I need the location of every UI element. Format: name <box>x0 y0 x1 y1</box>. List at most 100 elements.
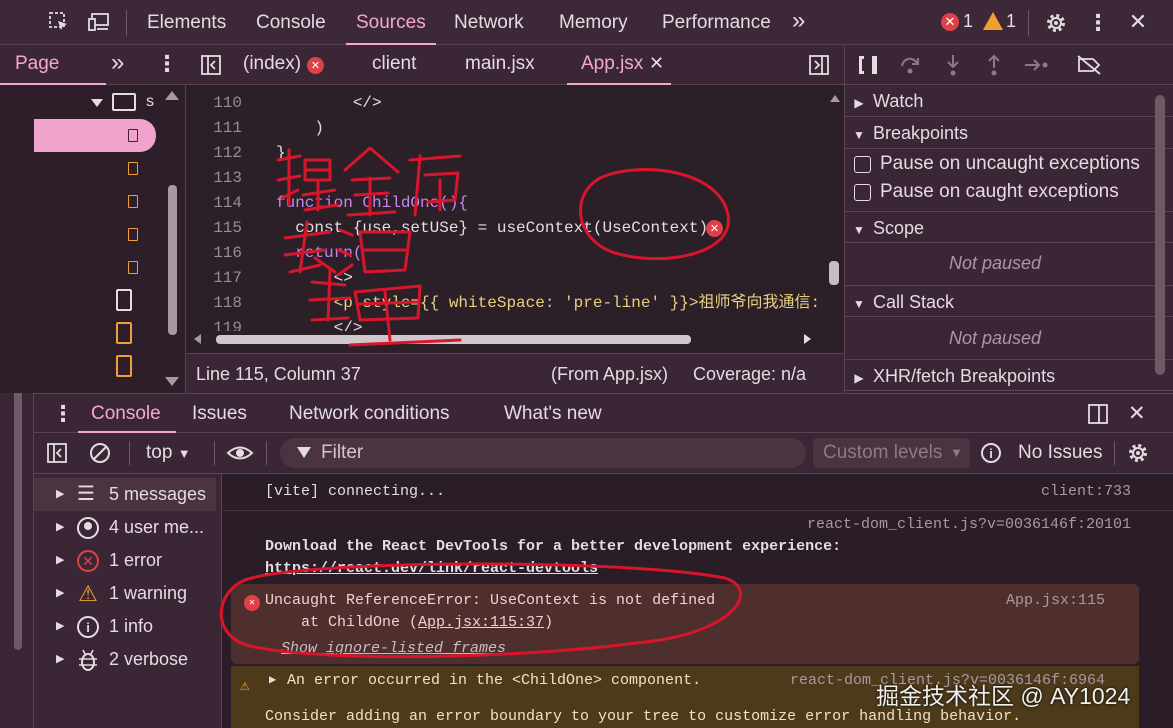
file-tab-client[interactable]: client <box>372 53 416 75</box>
devtools-link[interactable]: https://react.dev/link/react-devtools <box>265 560 598 577</box>
navigator-scrollbar[interactable] <box>168 185 177 335</box>
tab-performance[interactable]: Performance <box>662 0 771 45</box>
warning-icon[interactable] <box>983 12 1003 30</box>
step-over-icon[interactable] <box>899 54 921 76</box>
drawer-tab-network-conditions[interactable]: Network conditions <box>289 403 450 425</box>
drawer-menu-icon[interactable]: ⋮ <box>52 401 74 427</box>
file-tab-index[interactable]: (index) <box>243 53 301 75</box>
section-xhr-breakpoints[interactable]: ▶ XHR/fetch Breakpoints <box>845 359 1173 391</box>
pause-uncaught-label[interactable]: Pause on uncaught exceptions <box>880 153 1140 175</box>
tab-sources[interactable]: Sources <box>346 0 436 45</box>
more-tabs-button[interactable]: » <box>792 0 805 45</box>
code-text: </> <box>276 94 382 112</box>
pause-caught-label[interactable]: Pause on caught exceptions <box>880 181 1119 203</box>
scroll-up-icon[interactable] <box>165 91 179 100</box>
file-icon[interactable] <box>128 162 138 175</box>
error-icon[interactable]: ✕ <box>706 220 723 237</box>
editor-hscrollbar[interactable] <box>186 331 826 347</box>
sidebar-item-messages[interactable]: ▶ ☰ 5 messages <box>34 478 222 511</box>
document-icon[interactable] <box>116 355 132 377</box>
dock-drawer-icon[interactable] <box>1087 403 1109 425</box>
pause-caught-checkbox[interactable] <box>854 184 871 201</box>
scope-status: Not paused <box>948 253 1042 273</box>
drawer-tab-issues[interactable]: Issues <box>192 403 247 425</box>
file-icon[interactable] <box>128 261 138 274</box>
gear-icon[interactable] <box>1044 11 1068 35</box>
debugger-scrollbar[interactable] <box>1155 95 1165 375</box>
navigator-menu-icon[interactable]: ⋮ <box>156 51 178 77</box>
code-area[interactable]: 110 </> 111 ) 112} 113 114 function Child… <box>186 91 826 331</box>
close-tab-icon[interactable]: ✕ <box>649 53 664 74</box>
coverage-status[interactable]: Coverage: n/a <box>693 364 806 385</box>
tab-network[interactable]: Network <box>454 0 524 45</box>
sidebar-item-warnings[interactable]: ▶ ⚠ 1 warning <box>34 577 222 610</box>
drawer-tab-whats-new[interactable]: What's new <box>504 403 602 425</box>
console-settings-gear-icon[interactable] <box>1126 441 1150 465</box>
expand-triangle[interactable]: ▶ <box>269 672 276 687</box>
stack-frame-link[interactable]: App.jsx:115:37 <box>418 614 544 631</box>
log-levels-dropdown[interactable]: Custom levels ▼ <box>813 438 970 468</box>
navigator-more-button[interactable]: » <box>111 49 124 77</box>
error-count[interactable]: 1 <box>963 11 973 32</box>
pause-uncaught-checkbox[interactable] <box>854 156 871 173</box>
live-expression-eye-icon[interactable] <box>226 441 254 465</box>
message-source-link[interactable]: App.jsx:115 <box>1006 592 1105 609</box>
clear-console-icon[interactable] <box>88 441 112 465</box>
step-icon[interactable] <box>1023 54 1051 76</box>
error-message: ✕ Uncaught ReferenceError: UseContext is… <box>231 584 1139 664</box>
tree-expand-icon[interactable] <box>91 99 103 107</box>
device-toggle-icon[interactable] <box>88 11 112 33</box>
code-line: 114 function ChildOne(){ <box>186 191 826 216</box>
show-ignored-frames-link[interactable]: Show ignore-listed frames <box>281 640 506 657</box>
file-icon[interactable] <box>128 195 138 208</box>
info-icon[interactable]: i <box>981 443 1001 463</box>
code-line: 117 <> <box>186 266 826 291</box>
deactivate-breakpoints-icon[interactable] <box>1075 54 1103 76</box>
close-devtools-icon[interactable]: ✕ <box>1128 9 1148 34</box>
issues-counter[interactable]: No Issues <box>1018 442 1102 464</box>
section-call-stack[interactable]: ▼ Call Stack <box>845 285 1173 317</box>
tab-page[interactable]: Page <box>15 53 59 75</box>
sidebar-item-verbose[interactable]: ▶ 2 verbose <box>34 643 222 676</box>
error-icon[interactable]: ✕ <box>941 13 959 31</box>
section-breakpoints[interactable]: ▼ Breakpoints <box>845 117 1173 149</box>
file-tab-main[interactable]: main.jsx <box>465 53 535 75</box>
user-icon-head <box>84 522 92 530</box>
context-selector[interactable]: top ▼ <box>146 442 191 464</box>
sidebar-item-user-messages[interactable]: ▶ 4 user me... <box>34 511 222 544</box>
step-into-icon[interactable] <box>942 53 964 77</box>
drawer-tab-console[interactable]: Console <box>91 403 161 425</box>
section-scope[interactable]: ▼ Scope <box>845 211 1173 243</box>
warning-count[interactable]: 1 <box>1006 11 1016 32</box>
file-tab-app[interactable]: App.jsx <box>581 53 643 75</box>
cursor-position[interactable]: Line 115, Column 37 <box>196 364 361 385</box>
toggle-debugger-icon[interactable] <box>808 54 830 76</box>
document-icon[interactable] <box>116 289 132 311</box>
tab-console[interactable]: Console <box>256 0 326 45</box>
scroll-down-icon[interactable] <box>165 377 179 386</box>
document-icon[interactable] <box>116 322 132 344</box>
inspect-element-icon[interactable] <box>48 11 70 33</box>
step-out-icon[interactable] <box>983 53 1005 77</box>
code-line: 112} <box>186 141 826 166</box>
editor-vscrollbar[interactable] <box>826 91 842 331</box>
filter-input[interactable]: Filter <box>280 438 806 468</box>
show-sidebar-icon[interactable] <box>46 442 68 464</box>
sidebar-item-errors[interactable]: ▶ ✕ 1 error <box>34 544 222 577</box>
close-drawer-icon[interactable]: ✕ <box>1128 401 1146 426</box>
message-source-link[interactable]: react-dom_client.js?v=0036146f:20101 <box>807 516 1131 533</box>
toolbar-divider <box>1114 441 1115 465</box>
source-mapped-from[interactable]: (From App.jsx) <box>551 364 668 385</box>
message-source-link[interactable]: client:733 <box>1041 483 1131 500</box>
toolbar-divider <box>214 441 215 465</box>
tab-memory[interactable]: Memory <box>559 0 628 45</box>
sidebar-item-info[interactable]: ▶ i 1 info <box>34 610 222 643</box>
toggle-navigator-icon[interactable] <box>200 54 222 76</box>
file-icon[interactable] <box>128 228 138 241</box>
code-line: 118 <p style={{ whiteSpace: 'pre-line' }… <box>186 291 826 316</box>
folder-label[interactable]: s <box>146 93 154 111</box>
tab-elements[interactable]: Elements <box>147 0 226 45</box>
section-watch[interactable]: ▶ Watch <box>845 85 1173 117</box>
more-options-icon[interactable]: ⋮ <box>1087 11 1109 35</box>
warning-icon: ⚠ <box>78 580 98 606</box>
